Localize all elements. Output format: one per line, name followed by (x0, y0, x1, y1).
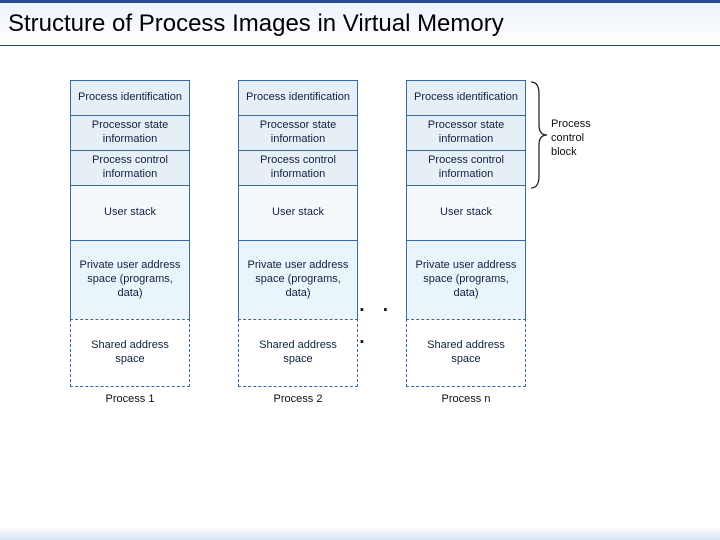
pcb-brace-label-line: block (551, 146, 577, 158)
cell-shared-address-space: Shared address space (70, 319, 190, 387)
pcb-brace: Process control block (529, 80, 549, 190)
page-title: Structure of Process Images in Virtual M… (8, 10, 504, 38)
cell-private-user-address-space: Private user address space (programs, da… (70, 240, 190, 320)
cell-process-control-information: Process control information (70, 150, 190, 186)
cell-processor-state-information: Processor state information (70, 115, 190, 151)
cell-processor-state-information: Processor state information (238, 115, 358, 151)
cell-process-identification: Process identification (238, 80, 358, 116)
brace-icon (529, 80, 549, 190)
title-bar: Structure of Process Images in Virtual M… (0, 0, 720, 46)
pcb-brace-label: Process control block (551, 118, 591, 159)
cell-user-stack: User stack (238, 185, 358, 241)
cell-shared-address-space: Shared address space (406, 319, 526, 387)
process-column-n: Process identification Processor state i… (406, 80, 526, 405)
pcb-brace-label-line: Process (551, 118, 591, 130)
diagram: Process identification Processor state i… (0, 80, 720, 405)
column-caption: Process 1 (70, 393, 190, 405)
cell-processor-state-information: Processor state information (406, 115, 526, 151)
cell-user-stack: User stack (406, 185, 526, 241)
column-caption: Process 2 (238, 393, 358, 405)
cell-process-identification: Process identification (70, 80, 190, 116)
cell-private-user-address-space: Private user address space (programs, da… (406, 240, 526, 320)
pcb-brace-label-line: control (551, 132, 584, 144)
cell-process-control-information: Process control information (406, 150, 526, 186)
cell-process-control-information: Process control information (238, 150, 358, 186)
columns-group: Process identification Processor state i… (70, 80, 526, 405)
column-caption: Process n (406, 393, 526, 405)
cell-shared-address-space: Shared address space (238, 319, 358, 387)
process-column-2: Process identification Processor state i… (238, 80, 358, 405)
cell-user-stack: User stack (70, 185, 190, 241)
cell-process-identification: Process identification (406, 80, 526, 116)
process-column-1: Process identification Processor state i… (70, 80, 190, 405)
cell-private-user-address-space: Private user address space (programs, da… (238, 240, 358, 320)
ellipsis: . . . (358, 80, 406, 390)
column-gap (190, 80, 238, 390)
